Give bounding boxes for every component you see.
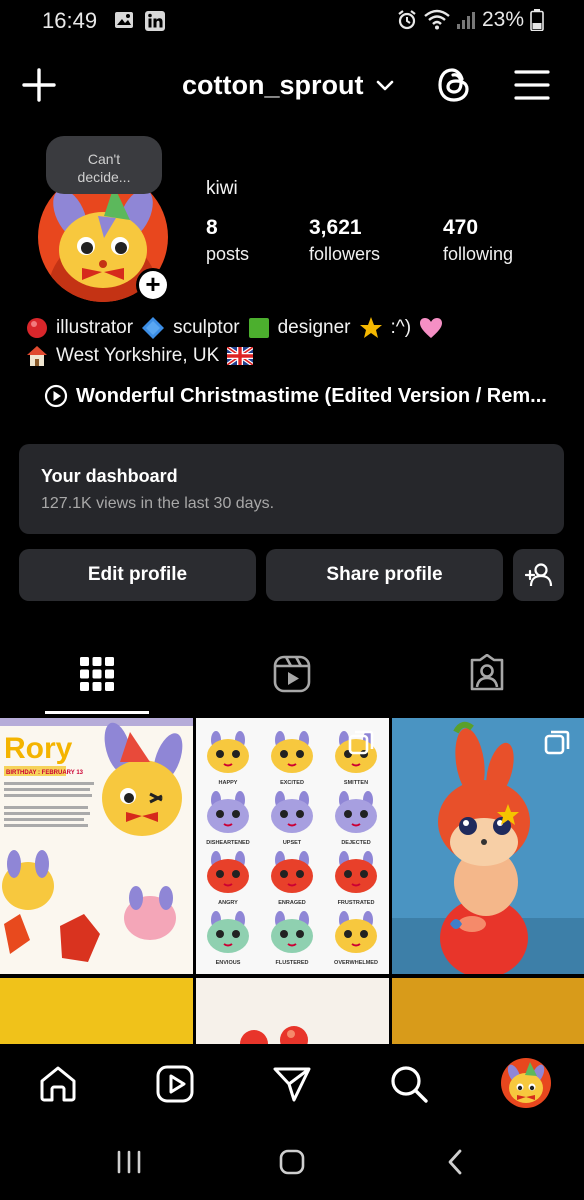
back-icon[interactable] bbox=[446, 1149, 464, 1175]
emotion-label: FRUSTRATED bbox=[338, 900, 375, 906]
search-icon[interactable] bbox=[389, 1064, 429, 1104]
followers-count: 3,621 bbox=[309, 216, 362, 239]
following-count: 470 bbox=[443, 216, 479, 239]
dashboard-subtitle: 127.1K views in the last 30 days. bbox=[41, 495, 275, 512]
chevron-down-icon bbox=[376, 80, 393, 90]
note-line-1: Can't bbox=[87, 151, 121, 167]
add-story-button[interactable]: + bbox=[136, 268, 170, 302]
recent-apps-icon[interactable] bbox=[116, 1150, 142, 1174]
posts-stat[interactable]: 8 posts bbox=[206, 216, 309, 265]
profile-tabs bbox=[0, 640, 584, 716]
tagged-icon[interactable] bbox=[467, 654, 507, 694]
profile-stats: 8 posts 3,621 followers 470 following bbox=[206, 216, 513, 265]
post-thumbnail-3[interactable] bbox=[392, 718, 584, 974]
reels-icon[interactable] bbox=[272, 654, 312, 694]
signal-icon bbox=[456, 12, 475, 29]
posts-count: 8 bbox=[206, 216, 218, 239]
emotion-label: HAPPY bbox=[219, 780, 238, 786]
home-icon[interactable] bbox=[38, 1064, 78, 1104]
play-circle-icon bbox=[44, 384, 68, 408]
professional-dashboard[interactable]: Your dashboard 127.1K views in the last … bbox=[19, 444, 564, 534]
post-thumbnail-6[interactable] bbox=[392, 978, 584, 1044]
emotion-label: SMITTEN bbox=[344, 780, 368, 786]
carousel-icon bbox=[544, 730, 570, 755]
profile-header: cotton_sprout bbox=[0, 60, 584, 112]
following-label: following bbox=[443, 244, 514, 264]
emotion-label: ENVIOUS bbox=[216, 960, 241, 966]
threads-icon[interactable] bbox=[436, 66, 472, 104]
profile-note[interactable]: Can't decide... bbox=[46, 136, 162, 194]
followers-label: followers bbox=[309, 244, 381, 264]
active-tab-indicator bbox=[45, 711, 149, 714]
pink-heart-icon bbox=[420, 318, 443, 338]
share-profile-button[interactable]: Share profile bbox=[266, 549, 503, 601]
emotion-label: EXCITED bbox=[280, 780, 304, 786]
emotion-label: ENRAGED bbox=[278, 900, 306, 906]
green-square-icon bbox=[248, 318, 269, 338]
bio-line-1: illustrator sculptor designer :^) bbox=[26, 314, 443, 342]
post-thumbnail-1[interactable]: Rory BIRTHDAY : FEBRUARY 13 bbox=[0, 718, 193, 974]
dashboard-title: Your dashboard bbox=[41, 466, 178, 486]
display-name: kiwi bbox=[206, 178, 238, 199]
uk-flag-icon bbox=[227, 347, 254, 365]
bio-role-1: illustrator bbox=[56, 317, 134, 338]
house-icon bbox=[27, 346, 47, 366]
profile-actions: Edit profile Share profile bbox=[19, 549, 564, 601]
music-title: Wonderful Christmastime (Edited Version … bbox=[76, 384, 547, 407]
menu-icon[interactable] bbox=[514, 68, 550, 102]
reels-nav-icon[interactable] bbox=[155, 1064, 195, 1104]
post-thumbnail-2[interactable]: HAPPY EXCITED SMITTEN DISHEARTENED UPSET DEJE… bbox=[196, 718, 389, 974]
status-right: 23% bbox=[396, 8, 544, 32]
posts-label: posts bbox=[206, 244, 250, 264]
star-icon bbox=[359, 317, 382, 338]
post-1-caption: BIRTHDAY : FEBRUARY 13 bbox=[6, 770, 84, 776]
bio-line-2: West Yorkshire, UK bbox=[26, 342, 443, 370]
alarm-icon bbox=[398, 10, 416, 30]
wifi-icon bbox=[424, 9, 450, 30]
emotion-label: OVERWHELMED bbox=[334, 960, 378, 966]
emotion-label: UPSET bbox=[283, 840, 302, 846]
bio-role-2: sculptor bbox=[173, 317, 240, 338]
bio-emoticon: :^) bbox=[390, 317, 412, 338]
status-notification-icons bbox=[114, 10, 166, 32]
home-button-icon[interactable] bbox=[279, 1149, 305, 1175]
bio-role-3: designer bbox=[277, 317, 351, 338]
emotion-sheet: HAPPY EXCITED SMITTEN DISHEARTENED UPSET DEJE… bbox=[196, 718, 389, 974]
account-switcher[interactable]: cotton_sprout bbox=[182, 70, 394, 101]
bottom-navigation bbox=[0, 1044, 584, 1124]
emotion-label: ANGRY bbox=[218, 900, 238, 906]
blue-diamond-icon bbox=[142, 317, 165, 339]
bio-location: West Yorkshire, UK bbox=[56, 345, 220, 366]
system-navigation bbox=[0, 1124, 584, 1200]
status-time: 16:49 bbox=[42, 8, 98, 33]
gallery-icon bbox=[115, 12, 133, 28]
battery-icon bbox=[530, 9, 544, 31]
post-1-title: Rory bbox=[4, 732, 73, 765]
grid-icon[interactable] bbox=[77, 654, 117, 694]
discover-people-button[interactable] bbox=[513, 549, 564, 601]
followers-stat[interactable]: 3,621 followers bbox=[309, 216, 443, 265]
following-stat[interactable]: 470 following bbox=[443, 216, 513, 265]
linkedin-icon bbox=[145, 11, 165, 31]
emotion-label: DEJECTED bbox=[341, 840, 370, 846]
direct-message-icon[interactable] bbox=[272, 1064, 312, 1104]
emotion-label: FLUSTERED bbox=[276, 960, 309, 966]
post-thumbnail-5[interactable] bbox=[196, 978, 389, 1044]
profile-music[interactable]: Wonderful Christmastime (Edited Version … bbox=[44, 384, 564, 408]
profile-bio: illustrator sculptor designer :^) West Y… bbox=[26, 314, 443, 370]
post-thumbnail-4[interactable] bbox=[0, 978, 193, 1044]
profile-nav-avatar[interactable] bbox=[501, 1058, 551, 1108]
edit-profile-button[interactable]: Edit profile bbox=[19, 549, 256, 601]
username-label: cotton_sprout bbox=[182, 70, 364, 100]
emotion-label: DISHEARTENED bbox=[206, 840, 249, 846]
create-plus-icon[interactable] bbox=[22, 68, 56, 102]
status-bar: 16:49 23% bbox=[0, 0, 584, 44]
battery-percent: 23% bbox=[481, 8, 524, 31]
plus-icon: + bbox=[139, 271, 167, 299]
red-circle-icon bbox=[27, 318, 47, 338]
carousel-icon bbox=[348, 730, 374, 755]
add-user-icon bbox=[524, 563, 552, 587]
note-line-2: decide... bbox=[77, 169, 131, 185]
